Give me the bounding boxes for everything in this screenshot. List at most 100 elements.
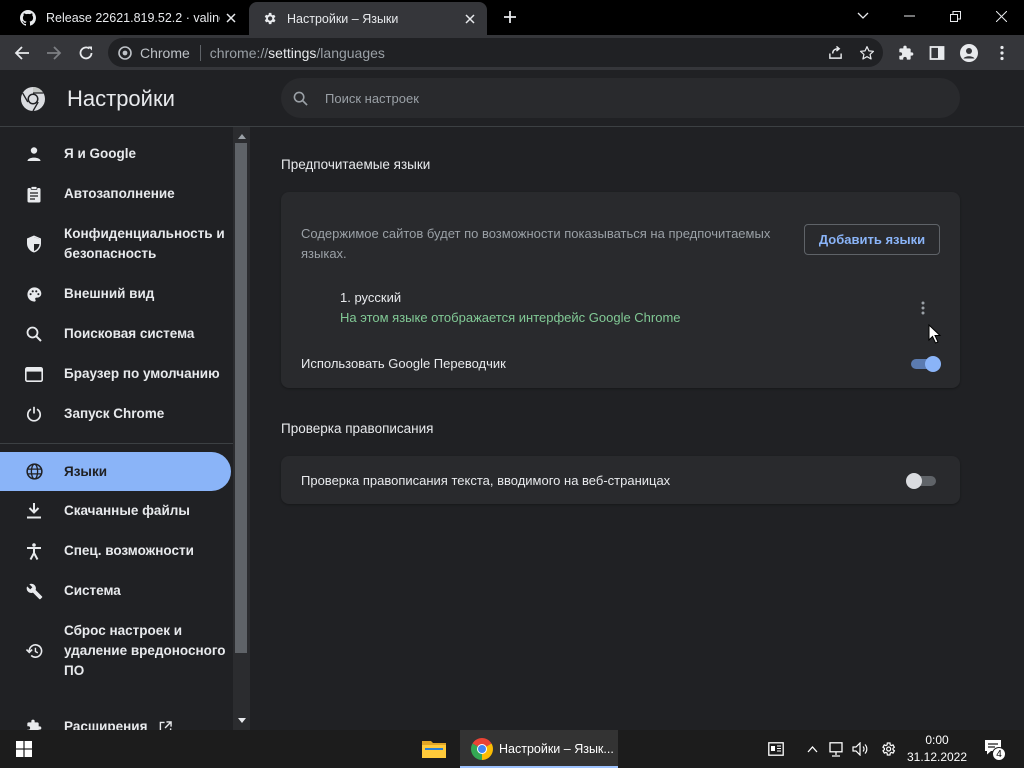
network-icon[interactable] (826, 730, 846, 768)
windows-logo-icon (16, 741, 32, 757)
bookmark-star-icon[interactable] (851, 38, 883, 67)
language-item-note: На этом языке отображается интерфейс Goo… (340, 310, 681, 325)
folder-icon (422, 741, 446, 758)
search-placeholder: Поиск настроек (325, 90, 419, 106)
scrollbar-thumb[interactable] (235, 143, 247, 653)
tab-settings-languages[interactable]: Настройки – Языки (249, 2, 487, 35)
minimize-button[interactable] (886, 0, 932, 32)
sidebar-item-extensions[interactable]: Расширения (0, 717, 231, 730)
chevron-down-icon (857, 12, 869, 19)
taskbar-clock[interactable]: 0:00 31.12.2022 (902, 732, 972, 766)
scroll-up-icon[interactable] (233, 129, 250, 143)
sidebar-item-label: Сброс настроек и удаление вредоносного П… (64, 623, 226, 678)
settings-sidebar: Я и Google Автозаполнение Конфиденциальн… (0, 127, 250, 730)
tab-search-button[interactable] (840, 0, 886, 32)
file-explorer-button[interactable] (418, 730, 450, 768)
browser-toolbar: Chrome chrome://settings/languages (0, 35, 1024, 70)
clock-date: 31.12.2022 (906, 750, 968, 764)
restore-button[interactable] (932, 0, 978, 32)
back-button[interactable] (7, 38, 37, 68)
download-icon (24, 501, 44, 521)
restore-window-icon (949, 10, 961, 22)
spellcheck-label: Проверка правописания текста, вводимого … (301, 473, 671, 488)
translate-label: Использовать Google Переводчик (301, 356, 506, 371)
settings-tray-gear-icon[interactable] (878, 730, 898, 768)
volume-icon[interactable] (850, 730, 872, 768)
settings-title: Настройки (67, 86, 175, 111)
sidebar-item-label: Языки (64, 463, 107, 479)
share-icon[interactable] (819, 38, 851, 67)
search-icon (293, 89, 311, 107)
sidebar-divider (0, 443, 233, 444)
windows-taskbar: Настройки – Язык... 0:00 31.12.2022 4 (0, 730, 1024, 768)
sidebar-item-accessibility[interactable]: Спец. возможности (0, 541, 231, 561)
omnibox-separator (199, 44, 201, 61)
sidebar-item-system[interactable]: Система (0, 581, 231, 601)
minimize-icon (903, 15, 915, 17)
open-in-new-icon (159, 720, 173, 730)
preferred-languages-title: Предпочитаемые языки (281, 157, 431, 172)
restore-icon (24, 641, 44, 661)
sidebar-item-reset[interactable]: Сброс настроек и удаление вредоносного П… (0, 621, 231, 681)
sidebar-item-label: Внешний вид (64, 286, 155, 301)
sidebar-item-you-and-google[interactable]: Я и Google (0, 144, 231, 164)
menu-button[interactable] (987, 38, 1017, 68)
start-button[interactable] (12, 730, 36, 768)
accessibility-icon (24, 541, 44, 561)
chrome-color-icon (471, 738, 493, 760)
notification-center-button[interactable]: 4 (982, 730, 1008, 768)
sidebar-item-default-browser[interactable]: Браузер по умолчанию (0, 364, 231, 384)
scroll-down-icon[interactable] (233, 713, 250, 727)
settings-header: Настройки Поиск настроек (0, 70, 1024, 127)
spellcheck-toggle[interactable] (906, 473, 938, 489)
shield-icon (24, 234, 44, 254)
arrow-left-icon (14, 46, 29, 60)
reload-icon (79, 46, 93, 60)
sidebar-item-label: Расширения (64, 719, 148, 730)
address-bar[interactable]: Chrome chrome://settings/languages (108, 38, 883, 67)
arrow-right-icon (47, 46, 62, 60)
puzzle-icon (899, 45, 914, 60)
tab-close-icon[interactable] (220, 7, 242, 29)
side-panel-button[interactable] (922, 38, 952, 68)
sidebar-item-appearance[interactable]: Внешний вид (0, 284, 231, 304)
taskbar-chrome-window[interactable]: Настройки – Язык... (460, 730, 618, 768)
reload-button[interactable] (71, 38, 101, 68)
sidebar-scrollbar[interactable] (233, 127, 250, 730)
add-languages-button[interactable]: Добавить языки (804, 224, 940, 255)
settings-search-input[interactable]: Поиск настроек (281, 78, 960, 118)
site-chip[interactable]: Chrome (108, 45, 190, 61)
language-more-actions-button[interactable] (911, 296, 935, 320)
tab-strip: Release 22621.819.52.2 · valinet/Explore… (0, 0, 1024, 35)
browser-window: Release 22621.819.52.2 · valinet/Explore… (0, 0, 1024, 768)
sidebar-item-label: Браузер по умолчанию (64, 366, 220, 381)
settings-main: Предпочитаемые языки Содержимое сайтов б… (250, 127, 1024, 730)
tab-title: Release 22621.819.52.2 · valinet/Explore… (46, 10, 220, 25)
tab-github-release[interactable]: Release 22621.819.52.2 · valinet/Explore… (8, 0, 248, 35)
clipboard-icon (24, 184, 44, 204)
tab-close-icon[interactable] (459, 8, 481, 30)
close-window-button[interactable] (978, 0, 1024, 32)
toggle-knob (906, 473, 922, 489)
sidebar-item-privacy[interactable]: Конфиденциальность и безопасность (0, 224, 231, 264)
sidebar-item-label: Поисковая система (64, 326, 195, 341)
kebab-menu-icon (921, 301, 925, 315)
toggle-knob (925, 356, 941, 372)
sidebar-item-downloads[interactable]: Скачанные файлы (0, 501, 231, 521)
tab-title: Настройки – Языки (287, 11, 399, 26)
sidebar-item-search-engine[interactable]: Поисковая система (0, 324, 231, 344)
search-icon (24, 324, 44, 344)
sidebar-item-autofill[interactable]: Автозаполнение (0, 184, 231, 204)
tray-chevron-up-icon[interactable] (804, 730, 820, 768)
new-tab-button[interactable] (498, 5, 522, 29)
widgets-icon[interactable] (765, 730, 787, 768)
sidebar-item-on-startup[interactable]: Запуск Chrome (0, 404, 231, 424)
translate-toggle[interactable] (909, 356, 941, 372)
side-panel-icon (929, 46, 945, 60)
site-label: Chrome (140, 44, 190, 61)
profile-button[interactable] (954, 38, 984, 68)
sidebar-item-label: Система (64, 583, 121, 598)
forward-button[interactable] (39, 38, 69, 68)
sidebar-item-languages[interactable]: Языки (0, 452, 231, 491)
extensions-button[interactable] (891, 38, 921, 68)
